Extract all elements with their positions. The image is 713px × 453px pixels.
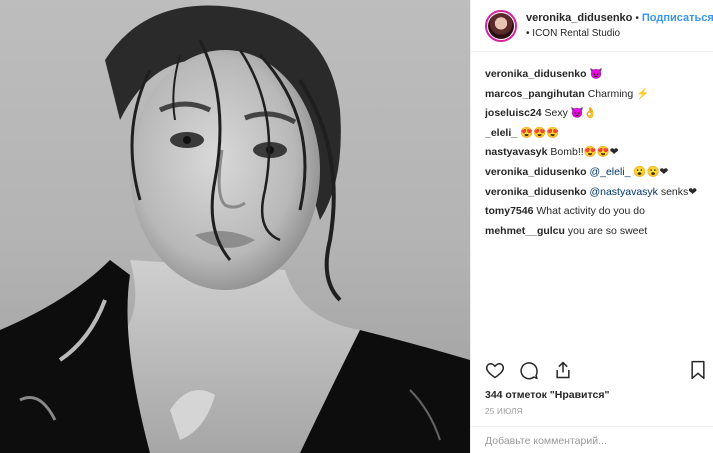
action-bar	[485, 360, 705, 382]
comment-text: What activity do you do	[533, 205, 645, 218]
comment-text: Sexy 😈👌	[541, 107, 597, 120]
bookmark-icon[interactable]	[689, 360, 707, 385]
comment-icon[interactable]	[519, 360, 539, 385]
comment-row: mehmet__gulcu you are so sweet	[485, 222, 699, 242]
location-link[interactable]: • ICON Rental Studio	[526, 26, 713, 41]
post-side-panel: veronika_didusenko • Подписаться • ICON …	[470, 0, 713, 453]
comment-row: veronika_didusenko @nastyavasyk senks❤	[485, 183, 699, 203]
likes-count[interactable]: 344 отметок "Нравится"	[485, 389, 609, 401]
comment-mention[interactable]: @_eleli_	[589, 166, 630, 178]
comment-user[interactable]: veronika_didusenko	[485, 166, 587, 178]
comment-text: 😈	[586, 68, 603, 80]
comment-row: marcos_pangihutan Charming ⚡	[485, 85, 699, 105]
author-username[interactable]: veronika_didusenko	[526, 11, 632, 26]
comment-row: veronika_didusenko 😈	[485, 65, 699, 85]
post-date: 25 ИЮЛЯ	[485, 407, 523, 416]
follow-button[interactable]: Подписаться	[642, 11, 713, 26]
share-icon[interactable]	[553, 360, 573, 385]
comment-user[interactable]: joseluisc24	[485, 107, 542, 119]
comment-text: Bomb!!😍😍❤	[547, 146, 619, 159]
location-text[interactable]: ICON Rental Studio	[532, 28, 620, 39]
add-comment-input[interactable]: Добавьте комментарий...	[471, 426, 713, 453]
post-header: veronika_didusenko • Подписаться • ICON …	[471, 0, 713, 52]
location-prefix: •	[526, 27, 530, 39]
comment-text: 😮😮❤	[630, 165, 669, 178]
comment-text: senks❤	[657, 185, 698, 198]
comment-row: nastyavasyk Bomb!!😍😍❤	[485, 143, 699, 163]
comment-text: 😍😍😍	[517, 126, 560, 139]
post-photo[interactable]	[0, 0, 470, 453]
heart-icon[interactable]	[485, 360, 505, 385]
comment-row: joseluisc24 Sexy 😈👌	[485, 104, 699, 124]
comment-user[interactable]: veronika_didusenko	[485, 68, 587, 80]
comment-mention[interactable]: @nastyavasyk	[589, 186, 657, 198]
comment-row: tomy7546 What activity do you do	[485, 202, 699, 222]
comment-user[interactable]: marcos_pangihutan	[485, 88, 585, 100]
comment-row: _eleli_ 😍😍😍	[485, 124, 699, 144]
comment-user[interactable]: veronika_didusenko	[485, 186, 587, 198]
portrait-image	[0, 5, 470, 453]
comment-user[interactable]: _eleli_	[485, 127, 517, 139]
comment-text: Charming ⚡	[584, 87, 650, 100]
separator-dot: •	[635, 12, 639, 24]
comment-text: you are so sweet	[564, 224, 648, 237]
comment-row: veronika_didusenko @_eleli_ 😮😮❤	[485, 163, 699, 183]
comment-user[interactable]: mehmet__gulcu	[485, 225, 565, 237]
avatar[interactable]	[485, 9, 517, 42]
comments-list: veronika_didusenko 😈 marcos_pangihutan C…	[471, 52, 713, 241]
comment-user[interactable]: tomy7546	[485, 205, 533, 217]
comment-user[interactable]: nastyavasyk	[485, 146, 547, 158]
